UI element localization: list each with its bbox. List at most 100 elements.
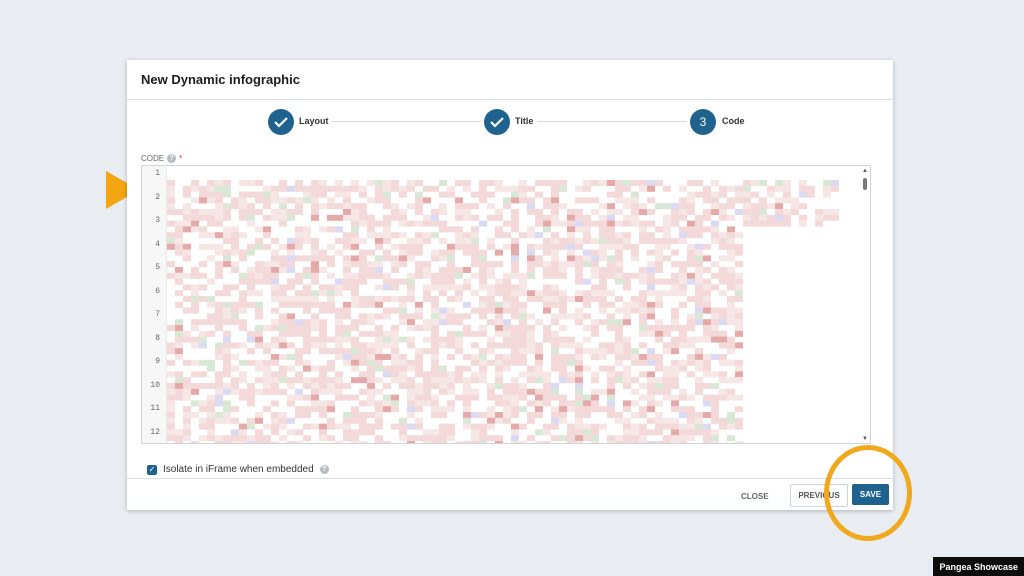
code-pixel <box>239 249 247 256</box>
code-editor[interactable]: 12345678910111213 ▲ ▼ <box>141 165 871 444</box>
code-pixel <box>735 325 743 331</box>
code-pixel <box>343 267 351 273</box>
code-pixel <box>543 180 551 186</box>
code-pixel <box>279 180 287 186</box>
code-pixel <box>671 261 679 268</box>
code-pixel <box>783 197 791 204</box>
question-circle-icon[interactable]: ? <box>319 465 329 474</box>
code-pixel <box>231 313 239 320</box>
code-pixel <box>343 435 351 442</box>
code-pixel <box>199 417 207 424</box>
code-pixel <box>495 185 503 192</box>
code-pixel <box>335 284 343 291</box>
code-pixel <box>767 191 775 198</box>
code-pixel <box>679 365 687 372</box>
code-pixel <box>175 325 183 331</box>
code-pixel <box>271 336 279 343</box>
close-button[interactable]: CLOSE <box>741 492 769 501</box>
code-pixel <box>167 191 175 198</box>
code-pixel <box>463 313 471 320</box>
code-pixel <box>511 243 519 250</box>
code-pixel <box>455 336 463 343</box>
code-pixel <box>519 330 527 337</box>
code-pixel <box>583 429 591 436</box>
code-pixel <box>703 255 711 262</box>
code-pixel <box>279 319 287 326</box>
code-pixel <box>359 185 367 192</box>
scroll-down-arrow-icon[interactable]: ▼ <box>862 436 868 442</box>
code-pixel <box>511 249 519 256</box>
code-pixel <box>375 313 383 320</box>
isolate-iframe-label[interactable]: Isolate in iFrame when embedded <box>163 464 314 475</box>
code-pixel <box>631 209 639 215</box>
code-pixel <box>719 209 727 215</box>
code-pixel <box>551 284 559 291</box>
code-pixel <box>735 296 743 302</box>
code-pixel <box>583 238 591 244</box>
code-pixel <box>479 435 487 442</box>
code-pixel <box>519 354 527 360</box>
code-pixel <box>263 423 271 430</box>
code-pixel <box>375 238 383 244</box>
code-pixel <box>215 307 223 314</box>
code-pixel <box>199 336 207 343</box>
code-pixel <box>367 371 375 378</box>
step-title-check-icon[interactable] <box>484 109 510 135</box>
step-code-number[interactable]: 3 <box>690 109 716 135</box>
code-pixel <box>263 203 271 210</box>
code-pixel <box>527 261 535 268</box>
code-pixel <box>519 394 527 401</box>
code-pixel <box>759 220 767 227</box>
code-pixel <box>639 359 647 366</box>
code-pixel <box>639 412 647 418</box>
code-pixel <box>391 394 399 401</box>
code-pixel <box>191 296 199 302</box>
code-pixel <box>415 197 423 204</box>
code-pixel <box>575 197 583 204</box>
code-pixel <box>223 371 231 378</box>
code-pixel <box>343 354 351 360</box>
code-pixel <box>191 371 199 378</box>
step-layout-check-icon[interactable] <box>268 109 294 135</box>
code-pixel <box>623 365 631 372</box>
question-circle-icon[interactable]: ? <box>167 154 177 163</box>
code-pixel <box>527 249 535 256</box>
code-pixel <box>631 354 639 360</box>
code-pixel <box>703 330 711 337</box>
code-pixel <box>479 249 487 256</box>
step-label-code[interactable]: Code <box>722 116 745 126</box>
code-pixel <box>479 301 487 308</box>
code-pixel <box>503 296 511 302</box>
code-pixel <box>399 209 407 215</box>
editor-scrollbar[interactable]: ▲ ▼ <box>860 166 870 443</box>
code-pixel <box>231 232 239 239</box>
code-pixel <box>807 185 815 192</box>
code-pixel <box>639 232 647 239</box>
scroll-up-arrow-icon[interactable]: ▲ <box>862 168 868 174</box>
code-pixel <box>623 307 631 314</box>
code-pixel <box>375 417 383 424</box>
code-pixel <box>543 249 551 256</box>
step-label-title[interactable]: Title <box>515 116 533 126</box>
code-pixel <box>199 272 207 279</box>
code-pixel <box>399 185 407 192</box>
code-pixel <box>623 301 631 308</box>
code-pixel <box>615 191 623 198</box>
code-pixel <box>463 406 471 413</box>
step-label-layout[interactable]: Layout <box>299 116 329 126</box>
scrollbar-thumb[interactable] <box>863 178 867 190</box>
code-pixel <box>631 249 639 256</box>
code-pixel <box>223 284 231 291</box>
code-pixel <box>359 267 367 273</box>
code-pixel <box>407 220 415 227</box>
code-pixel <box>727 394 735 401</box>
isolate-iframe-checkbox[interactable]: ✓ <box>147 464 157 475</box>
code-pixel <box>391 348 399 355</box>
code-pixel <box>671 238 679 244</box>
code-pixel <box>327 388 335 395</box>
code-pixel <box>431 400 439 407</box>
code-pixel <box>663 290 671 297</box>
code-pixel <box>367 429 375 436</box>
code-pixel <box>255 325 263 331</box>
code-pixel <box>287 278 295 285</box>
